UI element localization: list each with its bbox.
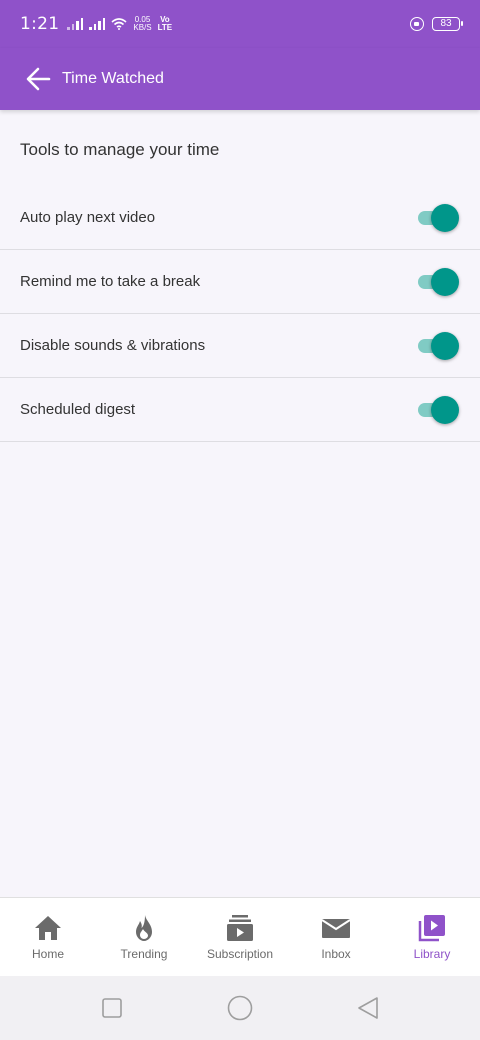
- rotation-lock-icon: [410, 17, 424, 31]
- volte-bottom: LTE: [157, 23, 173, 32]
- page-title: Time Watched: [62, 70, 164, 87]
- signal-icon-2: [89, 18, 106, 30]
- status-time: 1:21: [20, 14, 60, 34]
- toggle-thumb: [431, 203, 459, 232]
- setting-label: Remind me to take a break: [20, 273, 201, 290]
- flame-icon: [136, 915, 152, 941]
- setting-row-scheduled-digest: Scheduled digest: [0, 378, 480, 442]
- home-system-button[interactable]: [226, 994, 254, 1022]
- break-reminder-toggle[interactable]: [416, 267, 459, 296]
- nav-label: Subscription: [206, 947, 274, 961]
- disable-sounds-toggle[interactable]: [416, 331, 459, 360]
- system-navigation: [0, 976, 480, 1040]
- nav-subscription[interactable]: Subscription: [192, 898, 288, 976]
- bottom-navigation: Home Trending Subscription Inbox Library: [0, 897, 480, 976]
- signal-icon: [67, 18, 84, 30]
- toggle-thumb: [431, 395, 459, 424]
- settings-content: Tools to manage your time Auto play next…: [0, 110, 480, 442]
- nav-label: Library: [413, 947, 451, 961]
- back-system-button[interactable]: [354, 994, 382, 1022]
- app-bar: Time Watched: [0, 48, 480, 110]
- setting-row-autoplay: Auto play next video: [0, 186, 480, 250]
- status-indicators: 0.05 KB/S Vo LTE: [67, 16, 172, 32]
- setting-label: Scheduled digest: [20, 401, 136, 418]
- toggle-thumb: [431, 331, 459, 360]
- volte-indicator: Vo LTE: [158, 16, 173, 32]
- mail-icon: [321, 919, 351, 938]
- library-icon: [418, 915, 445, 942]
- home-icon: [35, 916, 61, 940]
- scheduled-digest-toggle[interactable]: [416, 395, 459, 424]
- back-button[interactable]: [24, 65, 52, 93]
- nav-library[interactable]: Library: [384, 898, 480, 976]
- arrow-left-icon: [26, 67, 51, 91]
- autoplay-toggle[interactable]: [416, 203, 459, 232]
- nav-inbox[interactable]: Inbox: [288, 898, 384, 976]
- setting-label: Disable sounds & vibrations: [20, 337, 206, 354]
- setting-row-break-reminder: Remind me to take a break: [0, 250, 480, 314]
- circle-icon: [227, 995, 253, 1021]
- square-icon: [102, 998, 122, 1018]
- nav-label: Home: [31, 947, 64, 961]
- setting-label: Auto play next video: [20, 209, 156, 226]
- network-speed: 0.05 KB/S: [133, 16, 151, 32]
- toggle-thumb: [431, 267, 459, 296]
- nav-label: Inbox: [321, 947, 351, 961]
- subscription-icon: [227, 915, 253, 941]
- section-title: Tools to manage your time: [20, 140, 220, 159]
- speed-unit: KB/S: [133, 23, 152, 32]
- setting-row-disable-sounds: Disable sounds & vibrations: [0, 314, 480, 378]
- status-bar: 1:21 0.05 KB/S Vo LTE 83: [0, 0, 480, 48]
- nav-trending[interactable]: Trending: [96, 898, 192, 976]
- battery-icon: 83: [432, 17, 463, 31]
- triangle-back-icon: [358, 997, 378, 1019]
- wifi-icon: [111, 18, 127, 30]
- recent-apps-button[interactable]: [98, 994, 126, 1022]
- nav-home[interactable]: Home: [0, 898, 96, 976]
- nav-label: Trending: [120, 947, 168, 961]
